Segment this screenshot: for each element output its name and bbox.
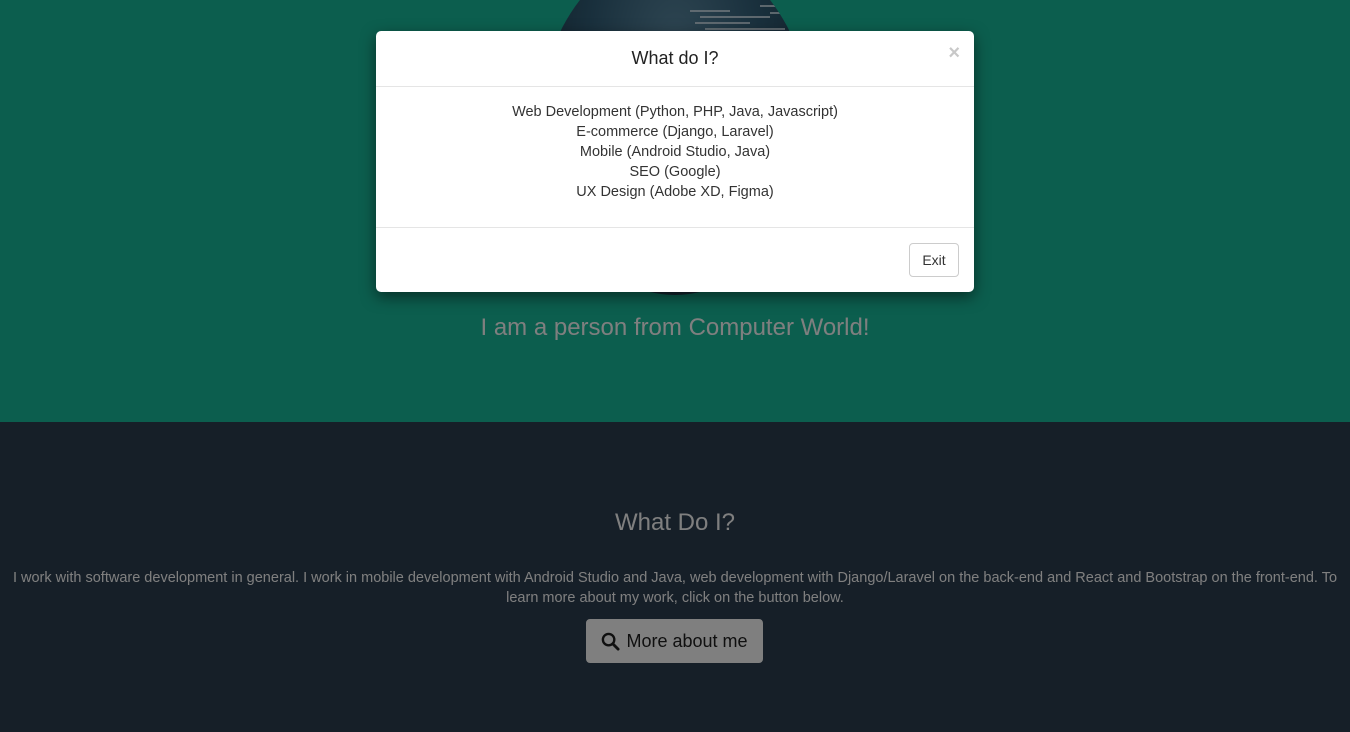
modal-body: Web Development (Python, PHP, Java, Java… [376,102,974,202]
skill-item: SEO (Google) [629,164,721,180]
modal-header: What do I? × [376,31,974,87]
exit-button[interactable]: Exit [909,243,959,277]
page: I am a person from Computer World! What … [0,0,1350,732]
skill-item: Mobile (Android Studio, Java) [579,144,771,160]
skill-item: UX Design (Adobe XD, Figma) [576,184,774,200]
close-icon[interactable]: × [948,43,960,63]
modal-footer: Exit [376,227,974,293]
skill-item: Web Development (Python, PHP, Java, Java… [512,104,838,120]
skills-modal: What do I? × Web Development (Python, PH… [376,31,974,292]
skill-item: E-commerce (Django, Laravel) [576,124,774,140]
modal-title: What do I? [631,48,719,68]
